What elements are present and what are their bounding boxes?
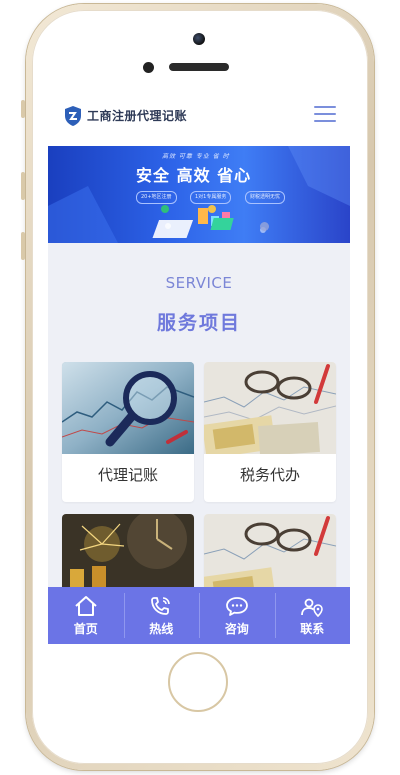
menu-bar-1	[314, 106, 336, 108]
carousel-dot-3[interactable]	[260, 222, 269, 231]
menu-bar-3	[314, 120, 336, 122]
phone-screen: 工商注册代理记账 高效 可靠 专业 省 时 安全 高效 省心 20+地区注册 1…	[48, 84, 350, 644]
service-image-magnifier	[62, 362, 194, 454]
service-card-accounting[interactable]: 代理记账	[62, 362, 194, 502]
nav-consult-label: 咨询	[224, 621, 249, 636]
volume-down-button	[21, 232, 25, 260]
menu-bar-2	[314, 113, 336, 115]
proximity-sensor	[143, 62, 154, 73]
banner-title: 安全 高效 省心	[136, 166, 252, 185]
banner-tag-3: 财税透明无忧	[245, 191, 286, 204]
banner-tag-2: 1对1专属服务	[190, 191, 232, 204]
nav-contact-label: 联系	[300, 621, 325, 636]
location-user-icon	[301, 598, 324, 617]
banner-tag-1: 20+地区注册	[136, 191, 177, 204]
hero-banner[interactable]: 高效 可靠 专业 省 时 安全 高效 省心 20+地区注册 1对1专属服务 财税…	[48, 146, 350, 243]
service-card-label: 税务代办	[239, 466, 300, 484]
earpiece-speaker	[169, 63, 229, 71]
nav-home[interactable]: 首页	[48, 587, 124, 644]
service-image-glasses	[204, 362, 336, 454]
site-header: 工商注册代理记账	[48, 84, 350, 146]
phone-icon	[151, 596, 171, 615]
glasses-money-icon	[204, 362, 336, 454]
nav-contact[interactable]: 联系	[274, 587, 351, 644]
menu-button[interactable]	[314, 104, 336, 124]
front-camera	[193, 33, 205, 45]
home-icon	[75, 595, 97, 616]
shield-logo-icon[interactable]	[63, 105, 83, 127]
volume-up-button	[21, 172, 25, 200]
nav-hotline-label: 热线	[149, 621, 174, 636]
magnifier-chart-icon	[62, 362, 194, 454]
carousel-dot-2[interactable]	[208, 205, 216, 213]
nav-hotline[interactable]: 热线	[123, 587, 200, 644]
home-button[interactable]	[168, 652, 228, 712]
nav-consult[interactable]: 咨询	[199, 587, 275, 644]
carousel-dot-1[interactable]	[161, 205, 169, 213]
nav-home-label: 首页	[73, 621, 98, 636]
bottom-navigation: 首页 热线 咨询 联系	[48, 587, 350, 644]
site-logo-text[interactable]: 工商注册代理记账	[87, 107, 187, 124]
section-heading-en: SERVICE	[165, 274, 233, 292]
section-heading-cn: 服务项目	[156, 312, 241, 334]
mute-switch	[21, 100, 25, 118]
service-card-tax[interactable]: 税务代办	[204, 362, 336, 502]
service-card-label: 代理记账	[97, 466, 158, 484]
banner-subtitle: 高效 可靠 专业 省 时	[162, 153, 230, 160]
chat-icon	[225, 596, 248, 616]
